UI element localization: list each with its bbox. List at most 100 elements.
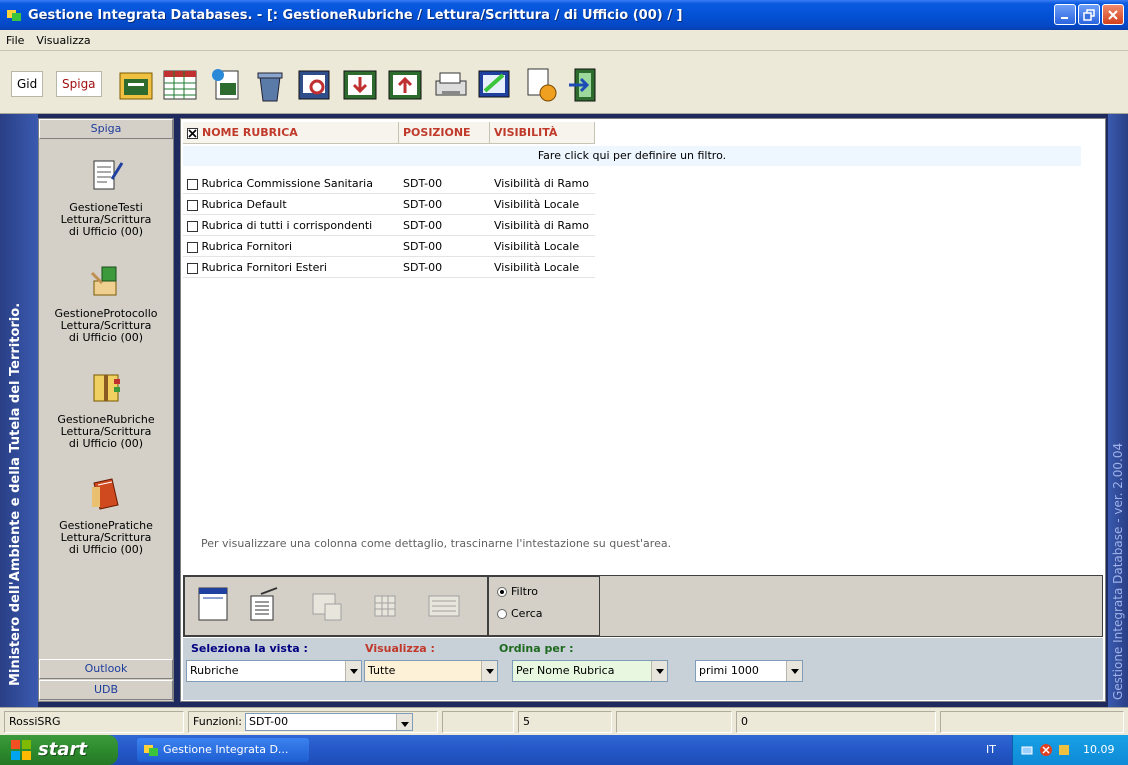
label-visualizza: Visualizza :	[365, 642, 435, 655]
chevron-down-icon[interactable]	[786, 661, 802, 681]
group-by-hint: Per visualizzare una colonna come dettag…	[201, 537, 672, 550]
column-header-posizione[interactable]: POSIZIONE	[399, 122, 490, 144]
table-view-disabled-icon[interactable]	[369, 586, 403, 624]
close-icon	[1108, 9, 1118, 20]
sidebar-header-spiga[interactable]: Spiga	[39, 119, 173, 139]
printer-icon[interactable]	[430, 65, 470, 105]
export-icon[interactable]	[385, 65, 425, 105]
visualizza-select[interactable]: Tutte	[364, 660, 498, 682]
table-row[interactable]: Rubrica Default SDT-00 Visibilità Locale	[183, 194, 595, 215]
label-seleziona-vista: Seleziona la vista :	[191, 642, 308, 655]
keyboard-disabled-icon[interactable]	[427, 586, 461, 624]
row-checkbox[interactable]	[187, 241, 198, 253]
chevron-down-icon[interactable]	[481, 661, 497, 681]
taskbar: start Gestione Integrata D... IT 10.09	[0, 735, 1128, 765]
column-header-visibilita[interactable]: VISIBILITÀ	[490, 122, 595, 144]
document-pen-icon	[93, 160, 124, 190]
language-indicator[interactable]: IT	[986, 743, 996, 756]
row-checkbox[interactable]	[187, 220, 198, 232]
action-panel: Filtro Cerca	[183, 575, 1103, 637]
funzioni-select[interactable]: SDT-00	[245, 713, 413, 731]
view-bar: Seleziona la vista : Visualizza : Ordina…	[183, 638, 1103, 700]
radio-cerca[interactable]: Cerca	[497, 607, 543, 620]
stamp-icon	[90, 266, 117, 296]
tab-spiga[interactable]: Spiga	[56, 71, 102, 97]
table-row[interactable]: Rubrica Fornitori Esteri SDT-00 Visibili…	[183, 257, 595, 278]
app-icon	[6, 7, 22, 23]
label-ordina-per: Ordina per :	[499, 642, 574, 655]
radio-filtro[interactable]: Filtro	[497, 585, 538, 598]
volume-icon[interactable]	[1057, 743, 1071, 757]
clock[interactable]: 10.09	[1083, 743, 1115, 756]
title-bar: Gestione Integrata Databases. - [: Gesti…	[0, 0, 1128, 30]
sidebar-item-label: di Ufficio (00)	[68, 543, 144, 556]
status-funzioni: Funzioni: SDT-00	[188, 711, 438, 733]
sidebar-item-label: di Ufficio (00)	[68, 225, 144, 238]
edit-chart-icon[interactable]	[475, 65, 515, 105]
select-all-checkbox[interactable]	[187, 127, 198, 139]
chevron-down-icon[interactable]	[651, 661, 667, 681]
address-book-icon	[93, 374, 120, 402]
import-icon[interactable]	[340, 65, 380, 105]
chevron-down-icon[interactable]	[396, 714, 412, 730]
settings-document-icon[interactable]	[520, 65, 560, 105]
limit-select[interactable]: primi 1000	[695, 660, 803, 682]
exit-door-icon[interactable]	[565, 65, 605, 105]
ordina-select[interactable]: Per Nome Rubrica	[512, 660, 668, 682]
status-count-2: 0	[736, 711, 936, 733]
table-grid-icon[interactable]	[160, 65, 200, 105]
new-document-icon[interactable]	[206, 65, 246, 105]
row-checkbox[interactable]	[187, 178, 198, 190]
trash-icon[interactable]	[250, 65, 290, 105]
sidebar-footer-outlook[interactable]: Outlook	[39, 659, 173, 679]
restore-button[interactable]	[1078, 4, 1100, 25]
sidebar-item-label: di Ufficio (00)	[68, 437, 144, 450]
grid-header: NOME RUBRICA POSIZIONE VISIBILITÀ	[183, 122, 595, 144]
toolbar: Gid Spiga	[0, 51, 1128, 114]
status-empty-3	[940, 711, 1124, 733]
view-icons-box	[184, 576, 488, 636]
menu-file[interactable]: File	[0, 34, 30, 47]
taskbar-app-button[interactable]: Gestione Integrata D...	[137, 738, 309, 762]
left-banner-text: Ministero dell'Ambiente e della Tutela d…	[8, 302, 23, 686]
system-tray: 10.09	[1012, 735, 1128, 765]
sidebar-footer-udb[interactable]: UDB	[39, 680, 173, 700]
status-user: RossiSRG	[4, 711, 184, 733]
minimize-button[interactable]	[1054, 4, 1076, 25]
single-form-icon[interactable]	[197, 586, 231, 624]
app-icon	[144, 745, 158, 756]
status-empty-1	[442, 711, 514, 733]
sidebar-item-gestionepratiche[interactable]: GestionePratiche Lettura/Scrittura di Uf…	[39, 475, 173, 556]
start-button[interactable]: start	[0, 735, 118, 765]
security-alert-icon[interactable]	[1039, 743, 1053, 757]
filter-row[interactable]: Fare click qui per definire un filtro.	[183, 146, 1081, 166]
left-banner: Ministero dell'Ambiente e della Tutela d…	[0, 114, 38, 707]
folder-book-icon	[92, 478, 119, 510]
detail-form-icon[interactable]	[247, 586, 281, 624]
sidebar-item-gestionetesti[interactable]: GestioneTesti Lettura/Scrittura di Uffic…	[39, 157, 173, 238]
status-empty-2	[616, 711, 732, 733]
database-form-icon[interactable]	[116, 65, 156, 105]
table-row[interactable]: Rubrica Fornitori SDT-00 Visibilità Loca…	[183, 236, 595, 257]
menu-bar: File Visualizza	[0, 30, 1128, 51]
grid-view-disabled-icon[interactable]	[311, 586, 345, 624]
chevron-down-icon[interactable]	[345, 661, 361, 681]
network-icon[interactable]	[1021, 743, 1035, 757]
row-checkbox[interactable]	[187, 262, 198, 274]
search-form-icon[interactable]	[295, 65, 335, 105]
grid-rows: Rubrica Commissione Sanitaria SDT-00 Vis…	[183, 173, 595, 278]
group-by-area[interactable]: Per visualizzare una colonna come dettag…	[183, 523, 1103, 573]
sidebar-item-gestioneprotocollo[interactable]: GestioneProtocollo Lettura/Scrittura di …	[39, 263, 173, 344]
sidebar-item-gestionerubriche[interactable]: GestioneRubriche Lettura/Scrittura di Uf…	[39, 369, 173, 450]
right-banner: Gestione Integrata Database - ver. 2.00.…	[1108, 114, 1128, 707]
row-checkbox[interactable]	[187, 199, 198, 211]
table-row[interactable]: Rubrica Commissione Sanitaria SDT-00 Vis…	[183, 173, 595, 194]
column-header-nome-rubrica[interactable]: NOME RUBRICA	[183, 122, 399, 144]
window-title: Gestione Integrata Databases. - [: Gesti…	[28, 7, 683, 23]
check-icon	[188, 128, 197, 138]
vista-select[interactable]: Rubriche	[186, 660, 362, 682]
close-button[interactable]	[1102, 4, 1124, 25]
menu-visualizza[interactable]: Visualizza	[30, 34, 96, 47]
table-row[interactable]: Rubrica di tutti i corrispondenti SDT-00…	[183, 215, 595, 236]
tab-gid[interactable]: Gid	[11, 71, 44, 97]
